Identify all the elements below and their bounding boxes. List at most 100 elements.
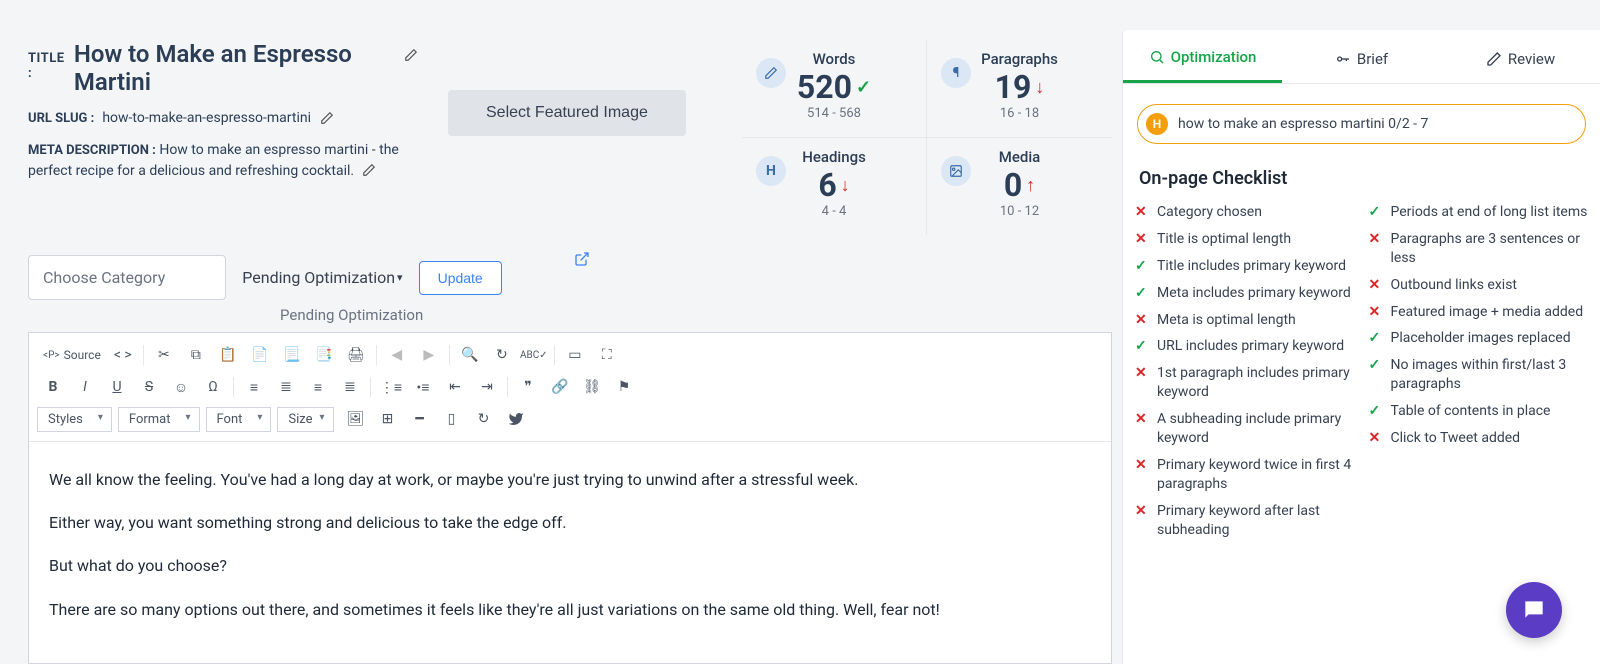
edit-slug-icon[interactable]: [319, 110, 335, 126]
checklist-item-text: URL includes primary keyword: [1157, 337, 1344, 356]
arrow-down-icon: ↓: [1035, 77, 1044, 98]
outdent-icon[interactable]: ⇤: [439, 373, 471, 401]
checklist-item: ✓Periods at end of long list items: [1369, 199, 1589, 226]
bullet-list-icon[interactable]: •≡: [407, 373, 439, 401]
paste-special-icon[interactable]: 📑: [308, 341, 340, 369]
category-select[interactable]: Choose Category: [28, 255, 226, 300]
emoji-icon[interactable]: ☺: [165, 373, 197, 401]
underline-icon[interactable]: U: [101, 373, 133, 401]
checklist-item: ✓URL includes primary keyword: [1135, 333, 1355, 360]
x-icon: ✕: [1135, 502, 1149, 521]
maximize-icon[interactable]: ⛶: [591, 341, 623, 369]
quote-icon[interactable]: ❞: [512, 373, 544, 401]
x-icon: ✕: [1135, 410, 1149, 429]
image-insert-icon[interactable]: 🖼: [340, 405, 372, 433]
checklist-item-text: Featured image + media added: [1391, 303, 1584, 322]
code-icon[interactable]: < >: [107, 341, 139, 369]
search-icon: [1149, 49, 1165, 65]
image-icon: [941, 156, 971, 186]
align-center-icon[interactable]: ≣: [270, 373, 302, 401]
italic-icon[interactable]: I: [69, 373, 101, 401]
find-icon[interactable]: 🔍: [454, 341, 486, 369]
align-right-icon[interactable]: ≡: [302, 373, 334, 401]
edit-icon: [1486, 51, 1502, 67]
checklist-item-text: Title includes primary keyword: [1157, 257, 1346, 276]
flag-icon[interactable]: ⚑: [608, 373, 640, 401]
chat-icon: [1521, 597, 1547, 623]
keyword-pill[interactable]: H how to make an espresso martini 0/2 - …: [1137, 104, 1586, 144]
checklist-item: ✓Meta includes primary keyword: [1135, 280, 1355, 307]
edit-title-icon[interactable]: [404, 47, 418, 63]
align-left-icon[interactable]: ≡: [238, 373, 270, 401]
tab-brief[interactable]: Brief: [1282, 30, 1441, 83]
paste-icon[interactable]: 📋: [212, 341, 244, 369]
cut-icon[interactable]: ✂: [148, 341, 180, 369]
size-dropdown[interactable]: Size: [277, 407, 333, 432]
status-dropdown[interactable]: Pending Optimization▾: [236, 258, 408, 297]
tab-optimization[interactable]: Optimization: [1123, 30, 1282, 83]
checklist-item-text: Primary keyword twice in first 4 paragra…: [1157, 456, 1355, 494]
pencil-icon: [756, 58, 786, 88]
stat-headings: H Headings 6↓ 4 - 4: [742, 138, 927, 235]
copy-icon[interactable]: ⧉: [180, 341, 212, 369]
x-icon: ✕: [1369, 276, 1383, 295]
check-icon: ✓: [1135, 284, 1149, 303]
checklist-item-text: Placeholder images replaced: [1391, 329, 1571, 348]
x-icon: ✕: [1135, 311, 1149, 330]
checklist-item-text: Category chosen: [1157, 203, 1262, 222]
indent-icon[interactable]: ⇥: [471, 373, 503, 401]
checklist-item: ✕Outbound links exist: [1369, 272, 1589, 299]
paragraph-icon: ¶: [941, 58, 971, 88]
chat-button[interactable]: [1506, 582, 1562, 638]
pagebreak-icon[interactable]: ▭: [559, 341, 591, 369]
print-icon[interactable]: 🖨: [340, 341, 372, 369]
content-paragraph: But what do you choose?: [49, 552, 1091, 579]
justify-icon[interactable]: ≣: [334, 373, 366, 401]
checklist-item: ✕Click to Tweet added: [1369, 425, 1589, 452]
check-icon: ✓: [1369, 402, 1383, 421]
content-paragraph: There are so many options out there, and…: [49, 596, 1091, 623]
spellcheck-icon[interactable]: ABC✓: [518, 341, 550, 369]
twitter-icon[interactable]: [500, 405, 532, 433]
key-icon: [1335, 51, 1351, 67]
checklist-item: ✓Placeholder images replaced: [1369, 325, 1589, 352]
unlink-icon[interactable]: ⛓: [576, 373, 608, 401]
check-icon: ✓: [1369, 203, 1383, 222]
checklist-item: ✕Featured image + media added: [1369, 299, 1589, 326]
format-dropdown[interactable]: Format: [118, 407, 200, 432]
x-icon: ✕: [1135, 364, 1149, 383]
omega-icon[interactable]: Ω: [197, 373, 229, 401]
undo-icon[interactable]: ◀: [381, 341, 413, 369]
iframe-icon[interactable]: ▯: [436, 405, 468, 433]
bold-icon[interactable]: B: [37, 373, 69, 401]
status-sub-label: Pending Optimization: [280, 306, 1122, 324]
replace-icon[interactable]: ↻: [486, 341, 518, 369]
content-editor: <P>Source < > ✂ ⧉ 📋 📄 📃 📑 🖨 ◀ ▶ 🔍 ↻: [28, 332, 1112, 664]
editor-content[interactable]: We all know the feeling. You've had a lo…: [29, 442, 1111, 663]
checklist-item: ✕Category chosen: [1135, 199, 1355, 226]
refresh-icon[interactable]: ↻: [468, 405, 500, 433]
x-icon: ✕: [1135, 230, 1149, 249]
hr-icon[interactable]: ━: [404, 405, 436, 433]
tab-review[interactable]: Review: [1441, 30, 1600, 83]
styles-dropdown[interactable]: Styles: [37, 407, 112, 432]
checklist-item-text: Primary keyword after last subheading: [1157, 502, 1355, 540]
update-button[interactable]: Update: [419, 261, 502, 295]
redo-icon[interactable]: ▶: [413, 341, 445, 369]
heading-icon: H: [756, 156, 786, 186]
font-dropdown[interactable]: Font: [206, 407, 272, 432]
numbered-list-icon[interactable]: ⋮≡: [375, 373, 407, 401]
strike-icon[interactable]: S: [133, 373, 165, 401]
checklist-item-text: A subheading include primary keyword: [1157, 410, 1355, 448]
link-icon[interactable]: 🔗: [544, 373, 576, 401]
stat-media: Media 0↑ 10 - 12: [927, 138, 1112, 235]
edit-meta-icon[interactable]: [362, 163, 378, 179]
external-link-icon[interactable]: [574, 251, 590, 267]
source-button[interactable]: <P>Source: [37, 341, 107, 369]
checklist-item: ✕Meta is optimal length: [1135, 307, 1355, 334]
table-icon[interactable]: ⊞: [372, 405, 404, 433]
select-featured-image-button[interactable]: Select Featured Image: [448, 90, 686, 136]
paste-text-icon[interactable]: 📄: [244, 341, 276, 369]
check-icon: ✓: [1135, 257, 1149, 276]
paste-word-icon[interactable]: 📃: [276, 341, 308, 369]
